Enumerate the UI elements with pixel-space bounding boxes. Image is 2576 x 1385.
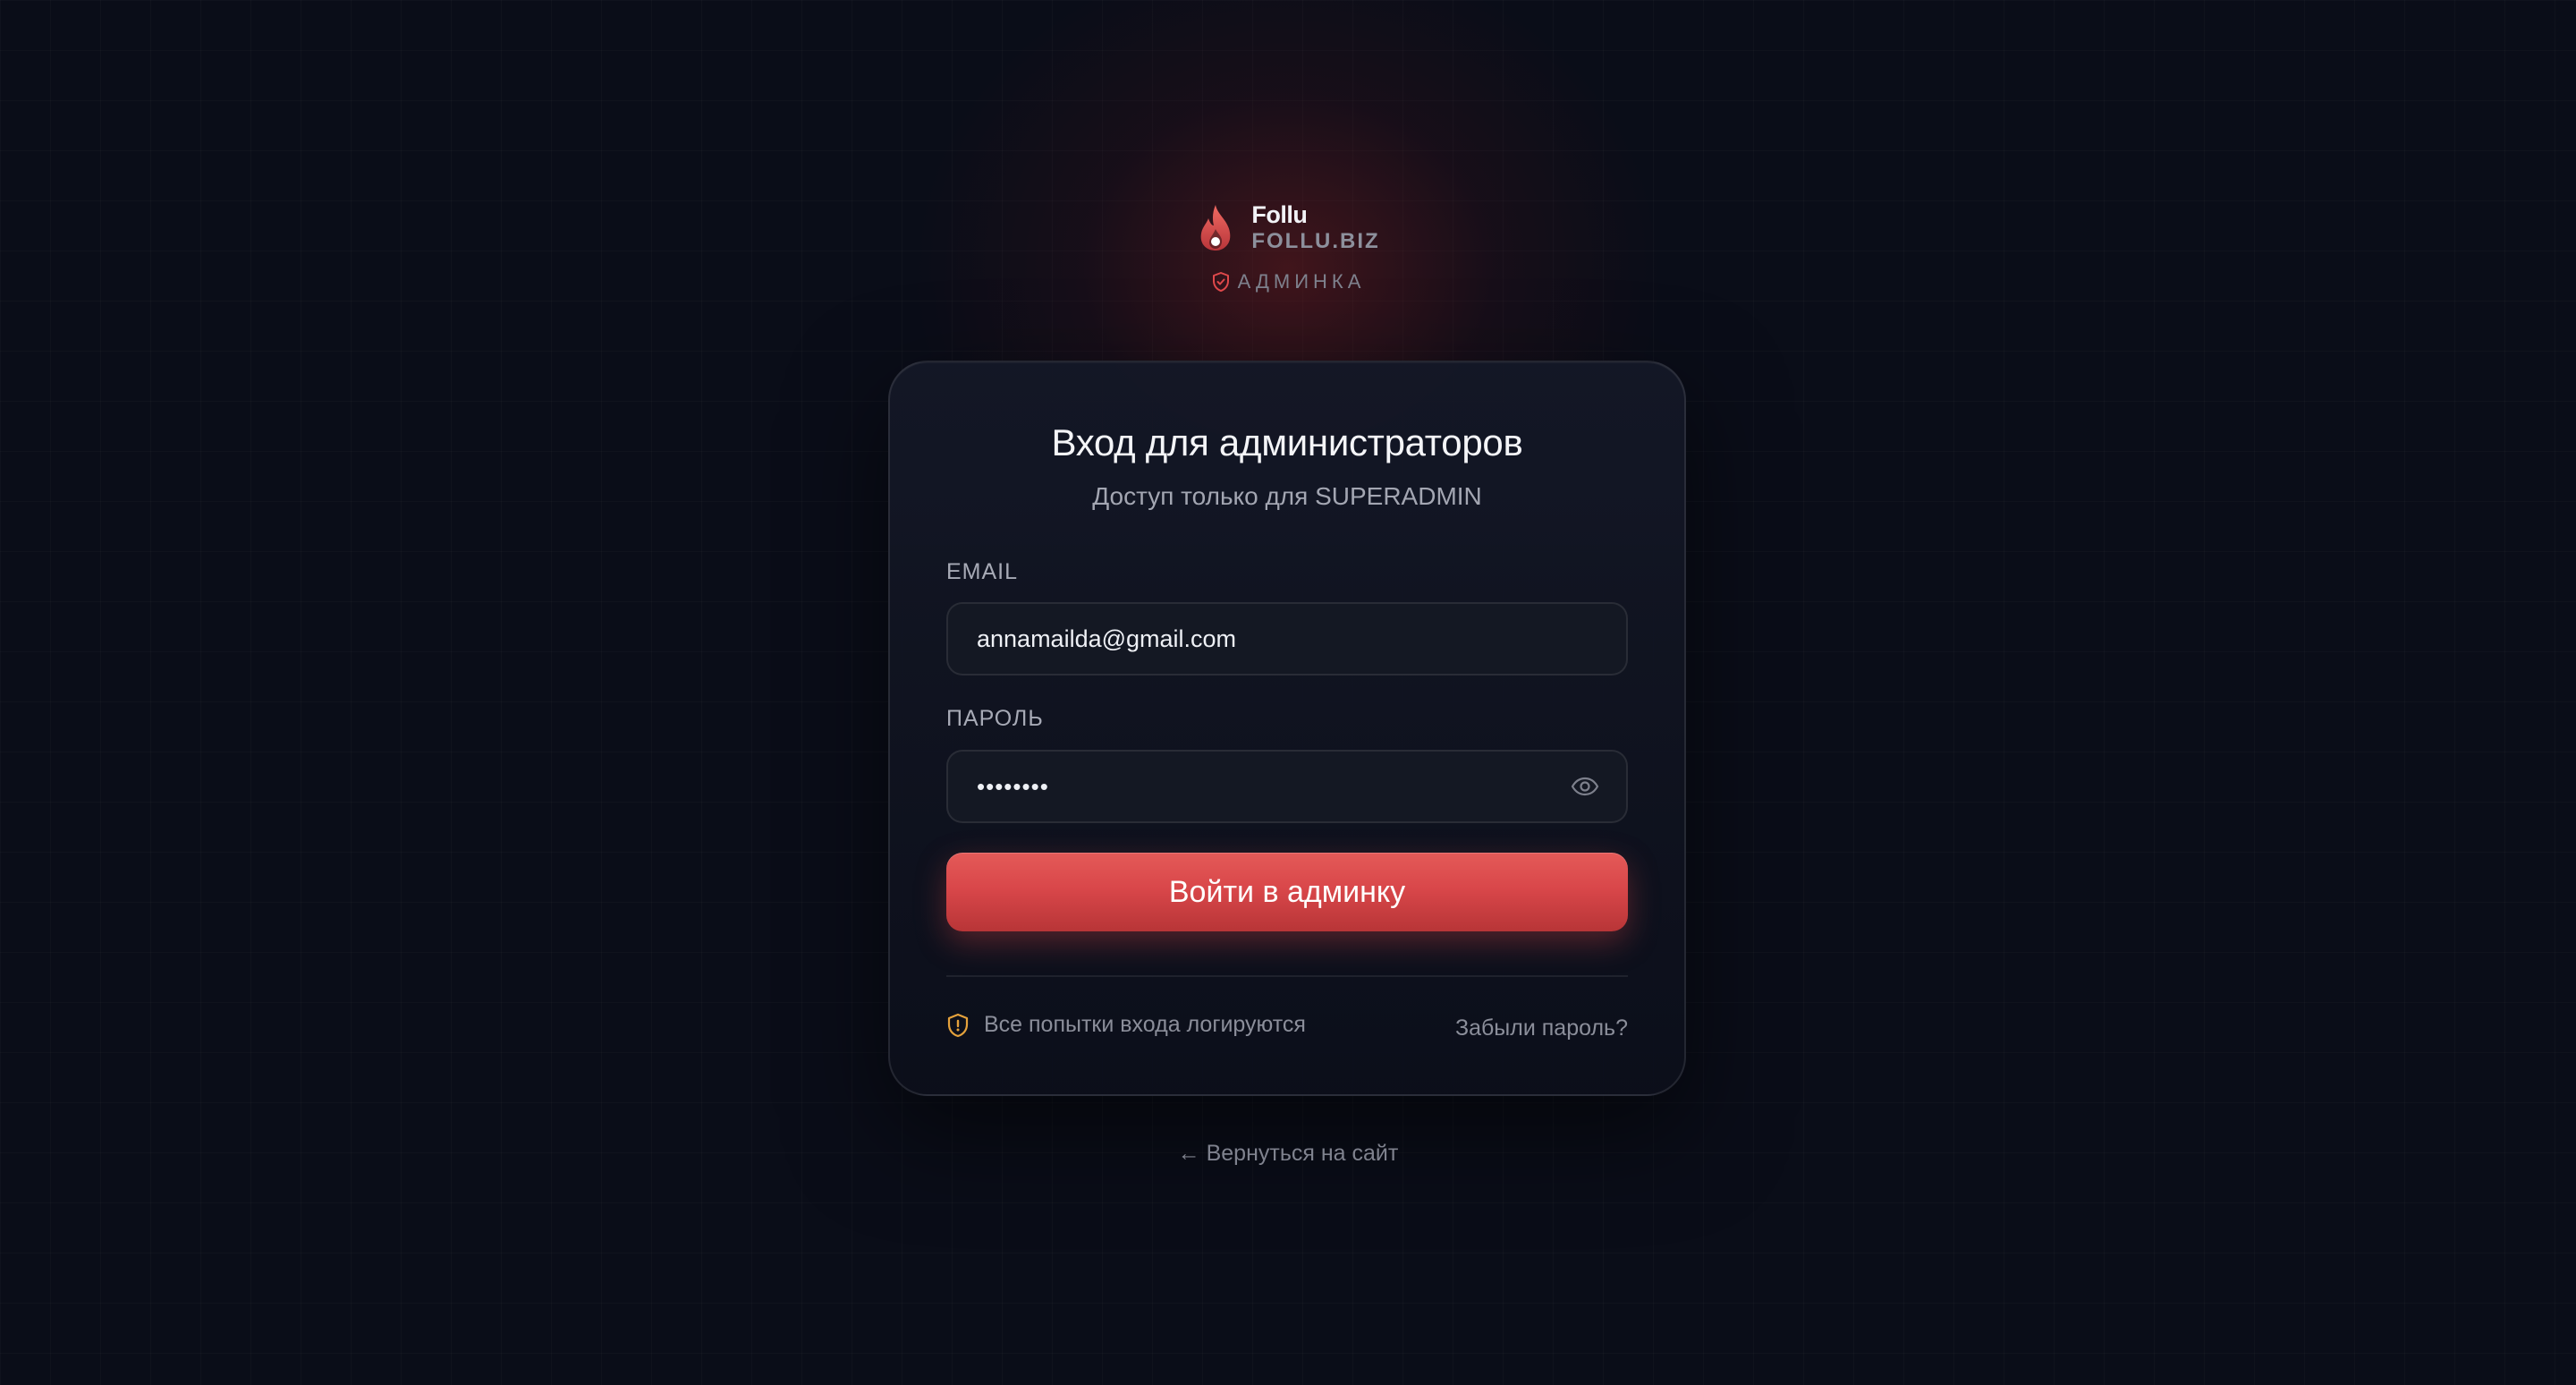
email-label: EMAIL (946, 559, 1019, 584)
login-card: Вход для администраторов Доступ только д… (888, 361, 1686, 1096)
email-field[interactable] (977, 625, 1597, 653)
card-divider (946, 975, 1628, 977)
eye-icon[interactable] (1571, 776, 1599, 797)
admin-badge-label: АДМИНКА (1237, 270, 1366, 293)
flame-icon (1201, 205, 1231, 251)
shield-check-icon (1212, 272, 1229, 292)
login-log-notice-text: Все попытки входа логируются (984, 1012, 1306, 1037)
login-log-notice: Все попытки входа логируются (946, 1012, 1306, 1038)
brand-logo[interactable]: Follu FOLLU.BIZ (1196, 202, 1379, 252)
login-subtitle: Доступ только для SUPERADMIN (1092, 482, 1482, 510)
brand-header: Follu FOLLU.BIZ АДМИНКА (0, 202, 2576, 293)
brand-domain: FOLLU.BIZ (1251, 228, 1380, 253)
admin-badge: АДМИНКА (1211, 270, 1366, 293)
forgot-password-link[interactable]: Забыли пароль? (1455, 1015, 1628, 1041)
login-submit-button[interactable]: Войти в админку (946, 853, 1628, 931)
login-title: Вход для администраторов (1051, 421, 1523, 463)
email-field-container (946, 602, 1628, 676)
back-to-site-link[interactable]: ← Вернуться на сайт (0, 1141, 2576, 1167)
password-field[interactable] (977, 772, 1571, 801)
password-field-container (946, 750, 1628, 823)
shield-alert-icon (947, 1013, 969, 1037)
password-label: ПАРОЛЬ (946, 706, 1044, 731)
brand-name: Follu (1251, 200, 1308, 228)
